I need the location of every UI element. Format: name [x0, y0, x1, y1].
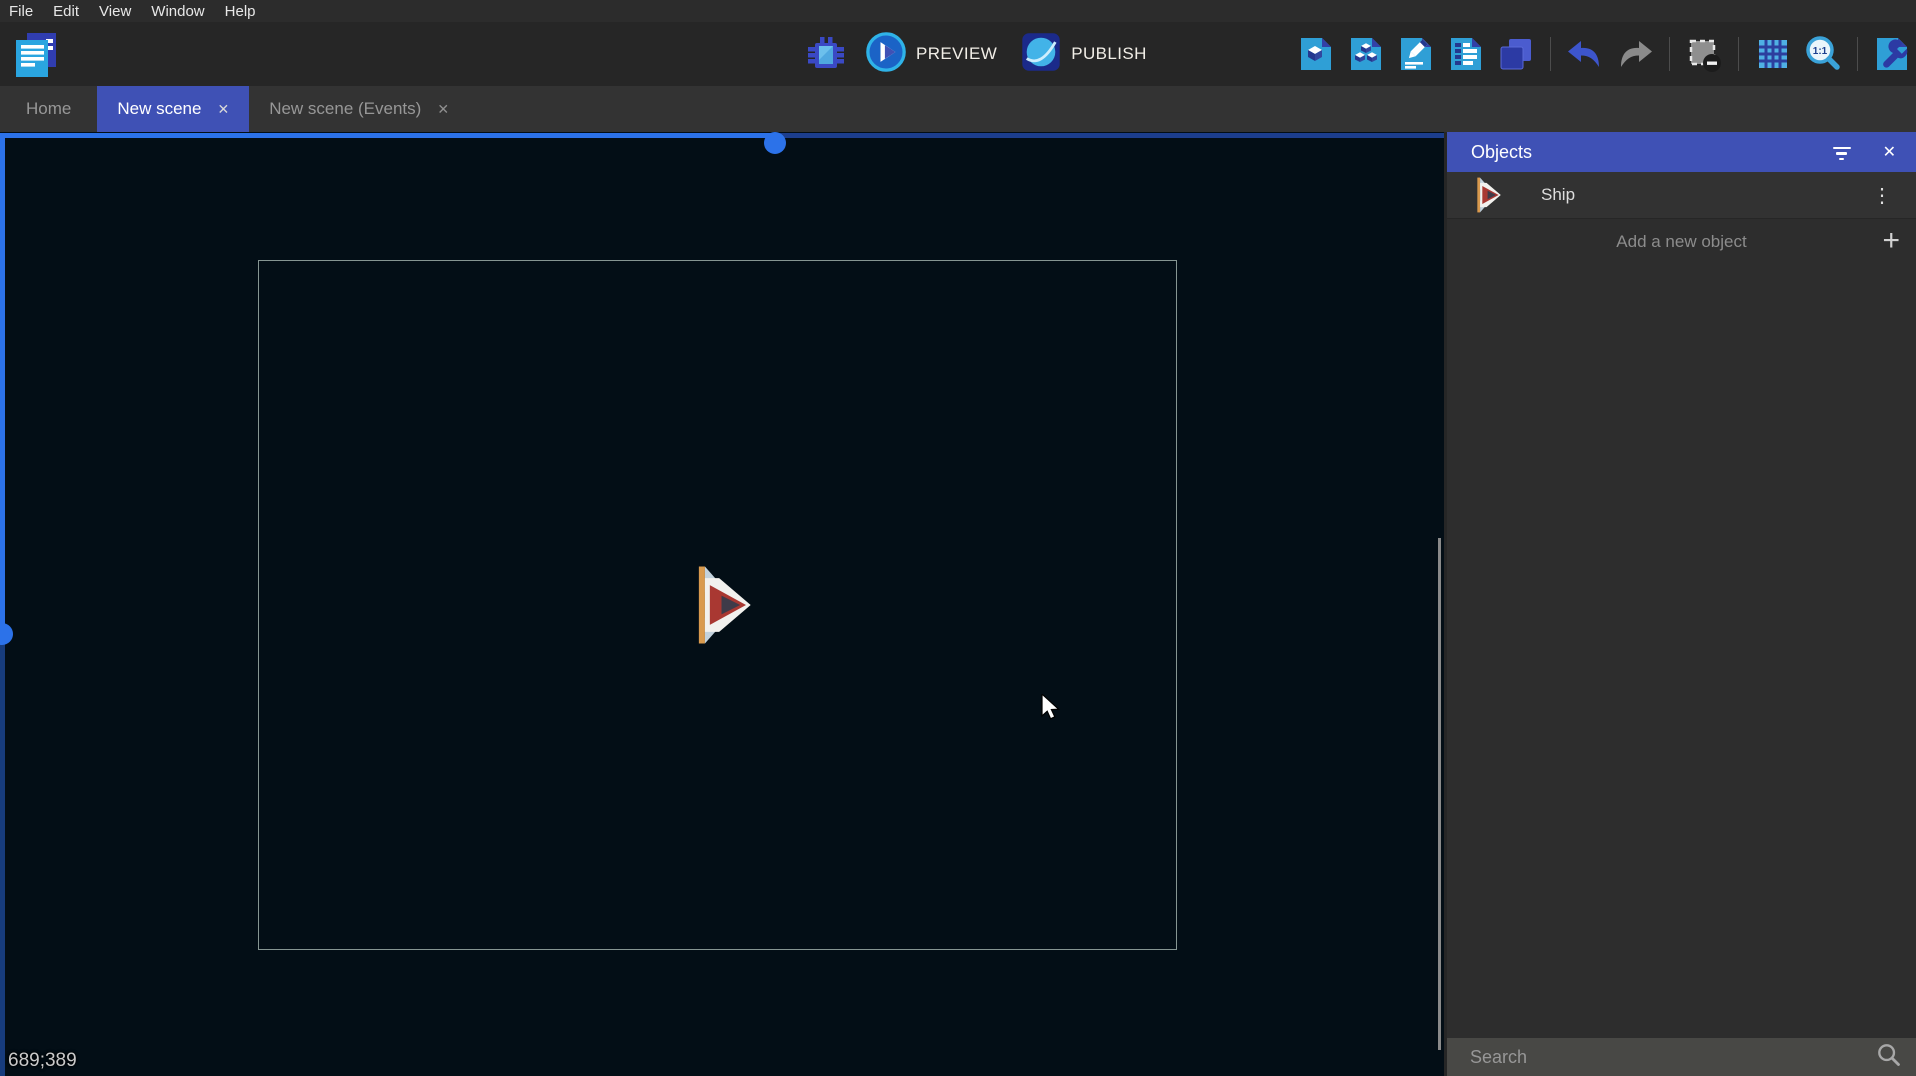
- horizontal-scrollbar-track[interactable]: [0, 133, 775, 138]
- object-row-ship[interactable]: Ship ⋮: [1447, 172, 1916, 219]
- toolbar-center-group: PREVIEW PUBLISH: [806, 22, 1169, 86]
- undo-icon[interactable]: [1565, 34, 1605, 74]
- tab-close-icon[interactable]: ✕: [437, 101, 449, 118]
- tab-new-scene-events-label: New scene (Events): [269, 99, 421, 119]
- plus-icon: +: [1882, 221, 1900, 261]
- project-manager-icon[interactable]: [12, 31, 60, 84]
- render-window-mask-icon[interactable]: [1684, 34, 1724, 74]
- debug-icon[interactable]: [806, 34, 846, 74]
- mouse-cursor: [1040, 694, 1064, 725]
- object-options-kebab-icon[interactable]: ⋮: [1866, 183, 1898, 208]
- horizontal-scrollbar-track[interactable]: [775, 133, 1444, 138]
- grid-icon[interactable]: [1753, 34, 1793, 74]
- objects-panel: Objects ✕ Ship ⋮ Add a new object +: [1447, 132, 1916, 1076]
- objects-search-input[interactable]: [1470, 1047, 1876, 1068]
- toolbar-right-group: 1:1: [1296, 22, 1912, 86]
- main-toolbar: PREVIEW PUBLISH: [0, 22, 1916, 86]
- open-properties-icon[interactable]: [1396, 34, 1436, 74]
- toolbar-separator: [1550, 37, 1551, 71]
- toolbar-separator: [1669, 37, 1670, 71]
- vertical-scrollbar-track[interactable]: [0, 635, 5, 1076]
- vertical-scrollbar-thumb[interactable]: [0, 623, 13, 645]
- menu-file[interactable]: File: [9, 3, 33, 20]
- add-new-object-button[interactable]: Add a new object +: [1447, 219, 1916, 264]
- tab-new-scene-label: New scene: [117, 99, 201, 119]
- redo-icon[interactable]: [1615, 34, 1655, 74]
- add-new-object-label: Add a new object: [1616, 232, 1746, 252]
- publish-button[interactable]: PUBLISH: [1019, 30, 1147, 79]
- toolbar-separator: [1857, 37, 1858, 71]
- objects-panel-header: Objects ✕: [1447, 132, 1916, 172]
- horizontal-scrollbar-thumb[interactable]: [764, 132, 786, 154]
- objects-panel-title: Objects: [1471, 142, 1831, 163]
- filter-icon[interactable]: [1831, 144, 1853, 160]
- open-layers-editor-icon[interactable]: [1496, 34, 1536, 74]
- publish-label: PUBLISH: [1071, 44, 1147, 64]
- ship-instance[interactable]: [682, 563, 754, 647]
- publish-globe-icon: [1019, 30, 1063, 79]
- menu-view[interactable]: View: [99, 3, 131, 20]
- zoom-original-icon[interactable]: 1:1: [1803, 34, 1843, 74]
- preview-button[interactable]: PREVIEW: [864, 30, 997, 79]
- search-icon[interactable]: [1876, 1042, 1902, 1073]
- toolbar-separator: [1738, 37, 1739, 71]
- editor-tab-bar: Home New scene ✕ New scene (Events) ✕: [0, 86, 1916, 132]
- svg-text:1:1: 1:1: [1813, 46, 1828, 57]
- tab-close-icon[interactable]: ✕: [217, 101, 229, 118]
- preview-play-icon: [864, 30, 908, 79]
- object-name: Ship: [1541, 185, 1866, 205]
- vertical-scrollbar-track[interactable]: [0, 133, 5, 635]
- tab-home-label: Home: [26, 99, 71, 119]
- menu-edit[interactable]: Edit: [53, 3, 79, 20]
- tab-home[interactable]: Home: [0, 86, 97, 132]
- preview-label: PREVIEW: [916, 44, 997, 64]
- scene-canvas[interactable]: 689;389: [0, 132, 1444, 1076]
- open-object-groups-editor-icon[interactable]: [1346, 34, 1386, 74]
- panel-edge-scrollbar-thumb[interactable]: [1438, 538, 1441, 1050]
- close-panel-icon[interactable]: ✕: [1883, 142, 1896, 162]
- menu-window[interactable]: Window: [151, 3, 204, 20]
- open-instances-list-icon[interactable]: [1446, 34, 1486, 74]
- open-objects-editor-icon[interactable]: [1296, 34, 1336, 74]
- objects-search-bar: [1447, 1038, 1916, 1076]
- tab-new-scene[interactable]: New scene ✕: [97, 86, 249, 132]
- menu-bar: File Edit View Window Help: [0, 0, 1916, 22]
- ship-thumbnail-icon: [1469, 176, 1503, 214]
- tab-new-scene-events[interactable]: New scene (Events) ✕: [249, 86, 469, 132]
- menu-help[interactable]: Help: [225, 3, 256, 20]
- cursor-coordinates: 689;389: [8, 1050, 77, 1072]
- scene-properties-icon[interactable]: [1872, 34, 1912, 74]
